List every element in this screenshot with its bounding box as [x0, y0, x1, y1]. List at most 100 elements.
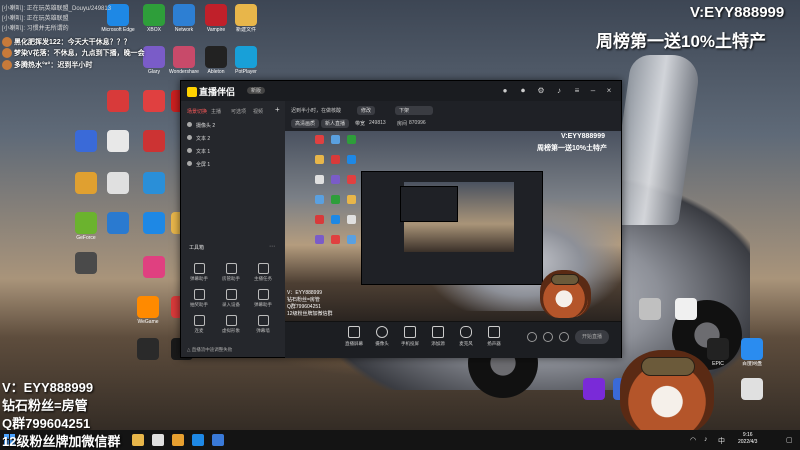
play-icon: [235, 46, 257, 68]
chat-avatar: [2, 37, 12, 47]
explorer-icon[interactable]: [132, 434, 144, 446]
record-icon[interactable]: ⏺: [517, 85, 529, 97]
desktop-icon[interactable]: EPIC: [700, 338, 736, 367]
app-icon[interactable]: [172, 434, 184, 446]
preview-app-icon: [331, 175, 340, 184]
tool-wall[interactable]: 弹幕墙: [249, 315, 277, 334]
edge-icon[interactable]: [192, 434, 204, 446]
more-icon[interactable]: ⋯: [269, 243, 275, 250]
glary-icon: [143, 46, 165, 68]
desktop-icon-label: 百度网盘: [741, 361, 762, 367]
speaker-button[interactable]: 扬声器: [479, 326, 509, 347]
tool-avatar[interactable]: 虚拟形象: [217, 315, 245, 334]
app-version-badge[interactable]: 新版: [247, 87, 266, 94]
toolbox-title: 工具箱: [189, 245, 205, 251]
desktop-icon[interactable]: [136, 172, 172, 195]
tab-host[interactable]: 主播: [211, 108, 221, 115]
app-logo-icon: [187, 87, 197, 97]
desktop-icon[interactable]: 百度网盘: [734, 338, 770, 367]
phone-cast-button[interactable]: 手机投屏: [395, 326, 425, 347]
eye-icon[interactable]: [187, 135, 192, 140]
desktop-icon[interactable]: [68, 252, 104, 275]
app-icon[interactable]: [152, 434, 164, 446]
desktop-icon[interactable]: [68, 130, 104, 153]
source-item[interactable]: 文本 1: [187, 147, 277, 158]
camera-button[interactable]: 摄像头: [367, 326, 397, 347]
preview-app-icon: [347, 175, 356, 184]
edit-title-button[interactable]: 修改: [357, 106, 376, 115]
minimize-icon[interactable]: –: [587, 85, 599, 97]
desktop-icon[interactable]: [68, 172, 104, 195]
newbie-badge[interactable]: 新人直播: [321, 119, 350, 128]
desktop-icon[interactable]: [668, 298, 704, 321]
settings-icon[interactable]: [559, 332, 569, 342]
desktop-icon[interactable]: PotPlayer: [228, 46, 264, 75]
tool-danmu2[interactable]: 弹幕助手: [249, 289, 277, 308]
tray-volume-icon[interactable]: ♪: [704, 436, 708, 443]
source-item[interactable]: 文本 2: [187, 134, 277, 145]
eye-icon[interactable]: [187, 122, 192, 127]
desktop-icon[interactable]: [100, 90, 136, 113]
notification-icon[interactable]: ♪: [553, 85, 565, 97]
beauty-icon[interactable]: [543, 332, 553, 342]
eye-icon[interactable]: [187, 148, 192, 153]
tab-options[interactable]: 可选项: [231, 108, 246, 115]
red-panda-avatar-small: [540, 270, 588, 318]
tray-network-icon[interactable]: ◠: [690, 436, 696, 444]
desktop-icon[interactable]: [632, 298, 668, 321]
app-logo: 直播伴侣: [187, 85, 235, 98]
tab-video[interactable]: 视频: [253, 108, 263, 115]
video-icon[interactable]: [527, 332, 537, 342]
desktop-icon[interactable]: [136, 256, 172, 279]
tool-danmu[interactable]: 弹幕助手: [185, 263, 213, 282]
close-icon[interactable]: ×: [603, 85, 615, 97]
desktop-icon[interactable]: [130, 338, 166, 361]
tool-record[interactable]: 录入设备: [217, 289, 245, 308]
app-titlebar[interactable]: 直播伴侣 新版 ● ⏺ ⚙ ♪ ≡ – ×: [181, 81, 621, 101]
quality-badge[interactable]: 高清画质: [291, 119, 320, 128]
category-dropdown[interactable]: 下架: [395, 106, 433, 115]
source-item[interactable]: 摄像头 2: [187, 121, 277, 132]
eye-icon[interactable]: [187, 161, 192, 166]
desktop-icon[interactable]: GeForce: [68, 212, 104, 241]
desktop-icon[interactable]: [100, 130, 136, 153]
start-live-button[interactable]: 开始直播: [575, 330, 609, 344]
desktop-icon[interactable]: [100, 212, 136, 235]
microphone-button[interactable]: 麦克风: [451, 326, 481, 347]
desktop-icon-label: Wondershare: [169, 69, 199, 75]
source-item[interactable]: 全屏 1: [187, 160, 277, 171]
app-icon[interactable]: [212, 434, 224, 446]
avatar-icon[interactable]: ●: [499, 85, 511, 97]
desktop-icon[interactable]: [734, 378, 770, 401]
promo-weekly-rank: 周榜第一送10%土特产: [596, 32, 767, 51]
desktop-icon[interactable]: [136, 130, 172, 153]
desktop-icon[interactable]: Network: [166, 4, 202, 33]
app-icon: [143, 130, 165, 152]
desktop-icon[interactable]: Wondershare: [166, 46, 202, 75]
tool-task[interactable]: 主播任务: [249, 263, 277, 282]
screen-share-button[interactable]: 直播屏幕: [339, 326, 369, 347]
desktop-icon-label: GeForce: [76, 235, 96, 241]
tool-link[interactable]: 连麦: [185, 315, 213, 334]
source-toolbar: 直播屏幕 摄像头 手机投屏 添加源 麦克风 扬声器 开始直播: [285, 321, 621, 358]
app-icon: [143, 212, 165, 234]
preview-app-icon: [331, 235, 340, 244]
live-title[interactable]: 迟到半小时，在做核酸: [291, 107, 341, 114]
add-source-button[interactable]: 添加源: [423, 326, 453, 347]
tray-ime-icon[interactable]: 中: [718, 436, 725, 446]
desktop-icon[interactable]: WeGame: [130, 296, 166, 325]
desktop-icon[interactable]: [100, 172, 136, 195]
tool-lottery[interactable]: 抽奖助手: [185, 289, 213, 308]
avatar-tool-icon: [225, 315, 237, 326]
app-icon: [75, 252, 97, 274]
add-scene-icon[interactable]: +: [275, 105, 280, 114]
desktop-icon[interactable]: 新建文件: [228, 4, 264, 33]
tab-scene[interactable]: 场景切换: [187, 108, 207, 115]
tray-clock[interactable]: 9:16 2022/4/3: [738, 432, 757, 446]
wegame-icon: [137, 296, 159, 318]
menu-icon[interactable]: ≡: [571, 85, 583, 97]
notification-center-icon[interactable]: ▢: [786, 436, 793, 444]
app-icon: [107, 212, 129, 234]
settings-icon[interactable]: ⚙: [535, 85, 547, 97]
tool-admin[interactable]: 房管助手: [217, 263, 245, 282]
